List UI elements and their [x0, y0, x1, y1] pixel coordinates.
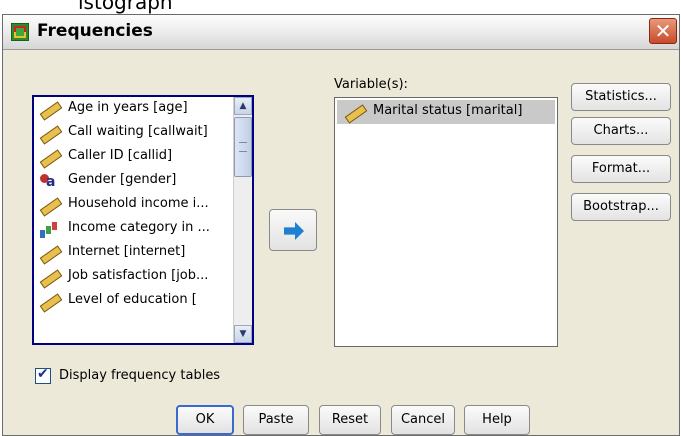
cancel-button[interactable]: Cancel	[391, 405, 455, 435]
scale-ruler-icon	[38, 268, 60, 286]
scroll-thumb[interactable]	[234, 117, 252, 177]
scale-ruler-icon	[38, 148, 60, 166]
paste-button[interactable]: Paste	[243, 405, 309, 435]
variables-label: Variable(s):	[334, 77, 408, 92]
scroll-down-button[interactable]: ▼	[234, 325, 252, 343]
list-item[interactable]: Age in years [age]	[34, 97, 252, 121]
list-item[interactable]: Caller ID [callid]	[34, 145, 252, 169]
format-button[interactable]: Format...	[571, 155, 671, 183]
scale-ruler-icon	[38, 124, 60, 142]
bootstrap-button[interactable]: Bootstrap...	[571, 193, 671, 221]
statistics-button[interactable]: Statistics...	[571, 83, 671, 111]
list-item-label: Call waiting [callwait]	[68, 124, 208, 139]
list-item-label: Gender [gender]	[68, 172, 177, 187]
display-frequency-tables-checkbox[interactable]	[35, 366, 51, 384]
list-item-label: Internet [internet]	[68, 244, 186, 259]
target-variable-list[interactable]: Marital status [marital]	[334, 97, 558, 347]
list-item[interactable]: Level of education [	[34, 289, 252, 313]
list-item-label: Household income i...	[68, 196, 209, 211]
list-item[interactable]: Household income i...	[34, 193, 252, 217]
list-item[interactable]: Gender [gender]	[34, 169, 252, 193]
list-item[interactable]: Internet [internet]	[34, 241, 252, 265]
list-item[interactable]: Income category in ...	[34, 217, 252, 241]
charts-button[interactable]: Charts...	[571, 117, 671, 145]
title-bar[interactable]: Frequencies ✕	[3, 15, 679, 50]
frequencies-dialog: Frequencies ✕ Age in years [age] Call wa…	[2, 14, 680, 436]
scale-ruler-icon	[38, 292, 60, 310]
list-item[interactable]: Marital status [marital]	[337, 100, 555, 124]
dialog-title: Frequencies	[37, 21, 153, 41]
vertical-scrollbar[interactable]: ▲ ▼	[233, 97, 252, 343]
ordinal-bar-icon	[38, 220, 60, 238]
list-item-label: Caller ID [callid]	[68, 148, 173, 163]
list-item-label: Marital status [marital]	[373, 103, 523, 118]
close-button[interactable]: ✕	[649, 18, 677, 44]
source-variable-list[interactable]: Age in years [age] Call waiting [callwai…	[32, 95, 254, 345]
scale-ruler-icon	[38, 196, 60, 214]
list-item[interactable]: Call waiting [callwait]	[34, 121, 252, 145]
list-item[interactable]: Job satisfaction [job...	[34, 265, 252, 289]
scale-ruler-icon	[343, 103, 365, 121]
list-item-label: Job satisfaction [job...	[68, 268, 209, 283]
nominal-icon	[38, 172, 60, 190]
scroll-up-button[interactable]: ▲	[234, 97, 252, 115]
app-icon	[11, 23, 29, 41]
scale-ruler-icon	[38, 100, 60, 118]
list-item-label: Level of education [	[68, 292, 197, 307]
help-button[interactable]: Help	[464, 405, 530, 435]
move-to-variables-button[interactable]	[269, 209, 317, 251]
right-arrow-icon	[284, 222, 304, 240]
list-item-label: Age in years [age]	[68, 100, 188, 115]
display-frequency-tables-label: Display frequency tables	[59, 368, 221, 383]
scale-ruler-icon	[38, 244, 60, 262]
background-text: istograph	[78, 0, 173, 14]
list-item-label: Income category in ...	[68, 220, 210, 235]
ok-button[interactable]: OK	[176, 405, 234, 435]
reset-button[interactable]: Reset	[319, 405, 381, 435]
